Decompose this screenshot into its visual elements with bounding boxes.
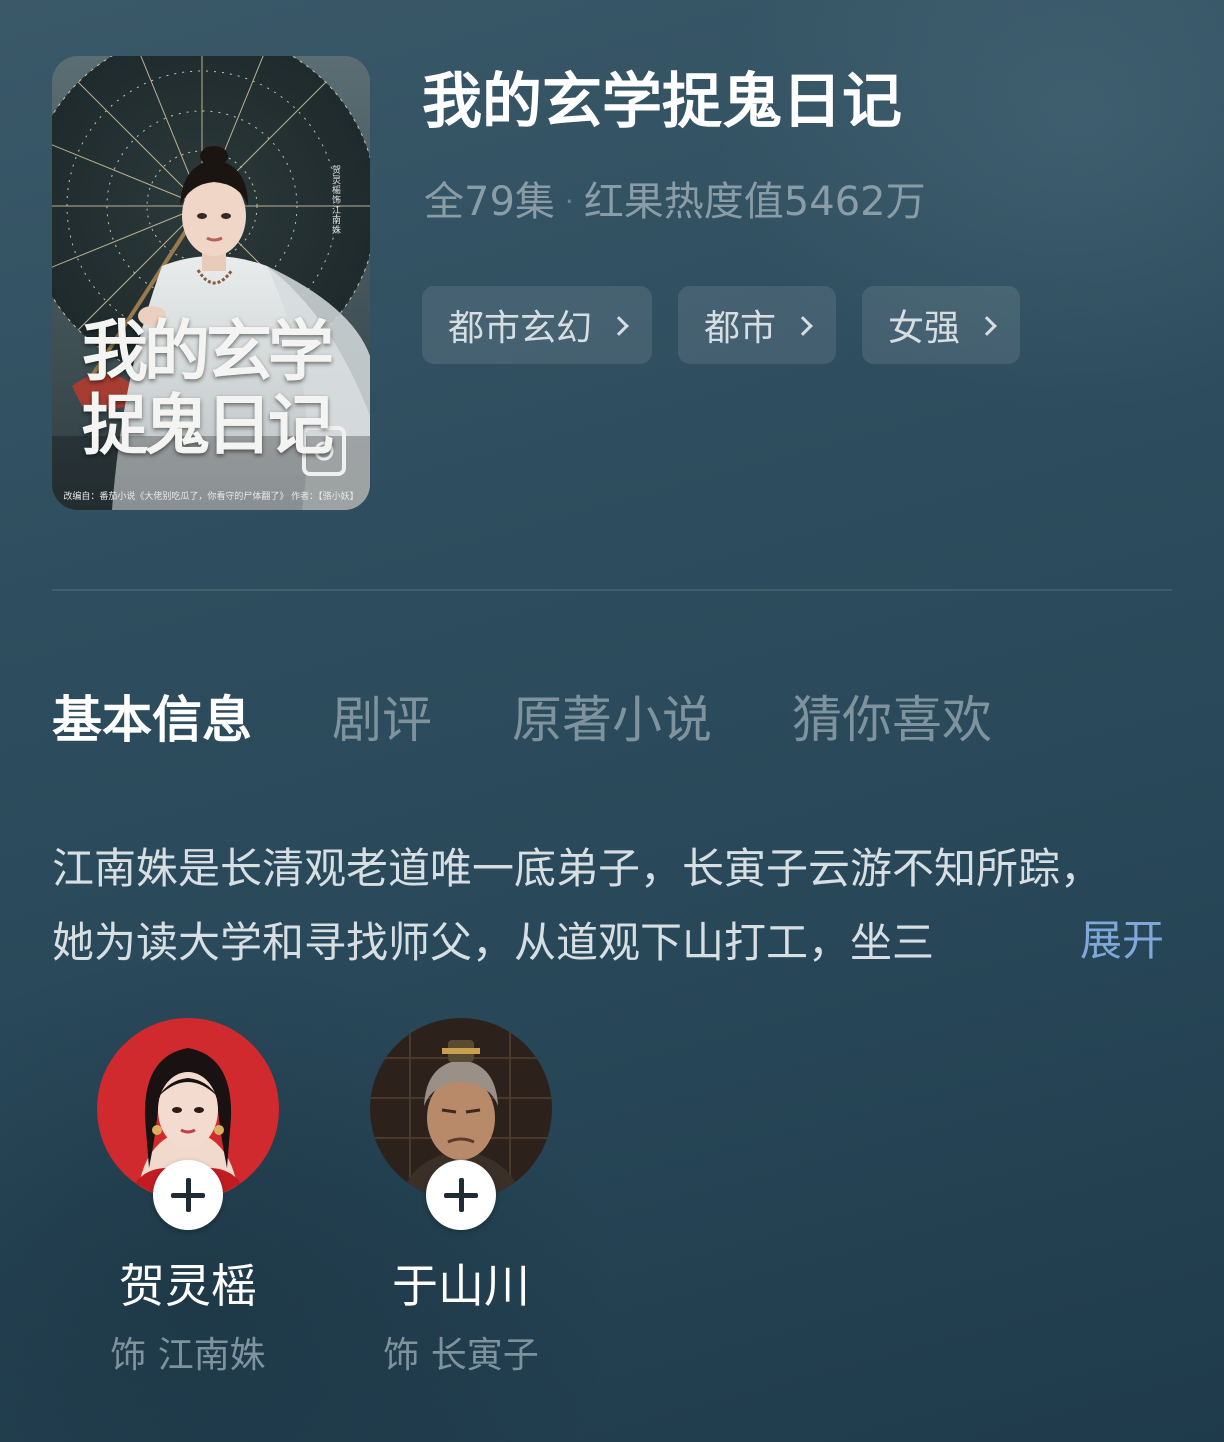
show-title: 我的玄学捉鬼日记 bbox=[422, 67, 902, 137]
detail-tabs: 基本信息 剧评 原著小说 猜你喜欢 bbox=[52, 684, 992, 756]
tag-urban-fantasy[interactable]: 都市玄幻 bbox=[422, 286, 653, 364]
synopsis-line: 她为读大学和寻找师父，从道观下山打工，坐三 bbox=[52, 918, 935, 967]
poster-title-art: 我的玄学 捉鬼日记 bbox=[82, 312, 334, 464]
tag-urban[interactable]: 都市 bbox=[678, 286, 837, 364]
genre-tags: 都市玄幻 都市 女强 bbox=[422, 286, 1021, 364]
synopsis-line: 江南姝是长清观老道唯一底弟子，长寅子云游不知所踪， bbox=[52, 844, 1103, 893]
tag-label: 都市 bbox=[704, 308, 777, 349]
tag-label: 女强 bbox=[888, 308, 961, 349]
follow-plus-icon[interactable] bbox=[426, 1160, 496, 1230]
expand-synopsis-link[interactable]: 展开 bbox=[1080, 904, 1164, 978]
synopsis: 江南姝是长清观老道唯一底弟子，长寅子云游不知所踪， 她为读大学和寻找师父，从道观… bbox=[52, 832, 1182, 980]
actor-role: 饰 江南姝 bbox=[110, 1335, 266, 1376]
tab-original-novel[interactable]: 原著小说 bbox=[512, 684, 712, 756]
meta-line: 全79集 · 红果热度值5462万 bbox=[424, 176, 926, 228]
tab-basic-info[interactable]: 基本信息 bbox=[52, 684, 252, 756]
poster-vertical-credit: 贺灵榣 饰 江南姝 bbox=[332, 166, 342, 236]
cast-member[interactable]: 贺灵榣 饰 江南姝 bbox=[97, 1018, 279, 1376]
episode-count: 全79集 bbox=[424, 179, 555, 225]
poster-credit: 改编自：番茄小说《大佬别吃瓜了，你看守的尸体翻了》 作者：【骆小妖】 bbox=[63, 492, 359, 502]
actor-name[interactable]: 于山川 bbox=[330, 1254, 592, 1318]
tab-recommendations[interactable]: 猜你喜欢 bbox=[792, 684, 992, 756]
tag-label: 都市玄幻 bbox=[448, 308, 593, 349]
popularity-value: 红果热度值5462万 bbox=[583, 179, 926, 225]
actor-role: 饰 长寅子 bbox=[383, 1335, 539, 1376]
meta-separator: · bbox=[564, 185, 574, 218]
cast-member[interactable]: 于山川 饰 长寅子 bbox=[370, 1018, 552, 1376]
section-divider bbox=[52, 589, 1172, 591]
chevron-right-icon bbox=[793, 316, 813, 336]
tab-reviews[interactable]: 剧评 bbox=[332, 684, 432, 756]
poster-image[interactable]: 贺灵榣 饰 江南姝 我的玄学 捉鬼日记 改编自：番茄小说《大佬别吃瓜了，你看守的… bbox=[52, 56, 370, 510]
follow-plus-icon[interactable] bbox=[153, 1160, 223, 1230]
chevron-right-icon bbox=[977, 316, 997, 336]
actor-name[interactable]: 贺灵榣 bbox=[57, 1254, 319, 1318]
chevron-right-icon bbox=[609, 316, 629, 336]
tag-strong-female[interactable]: 女强 bbox=[862, 286, 1021, 364]
